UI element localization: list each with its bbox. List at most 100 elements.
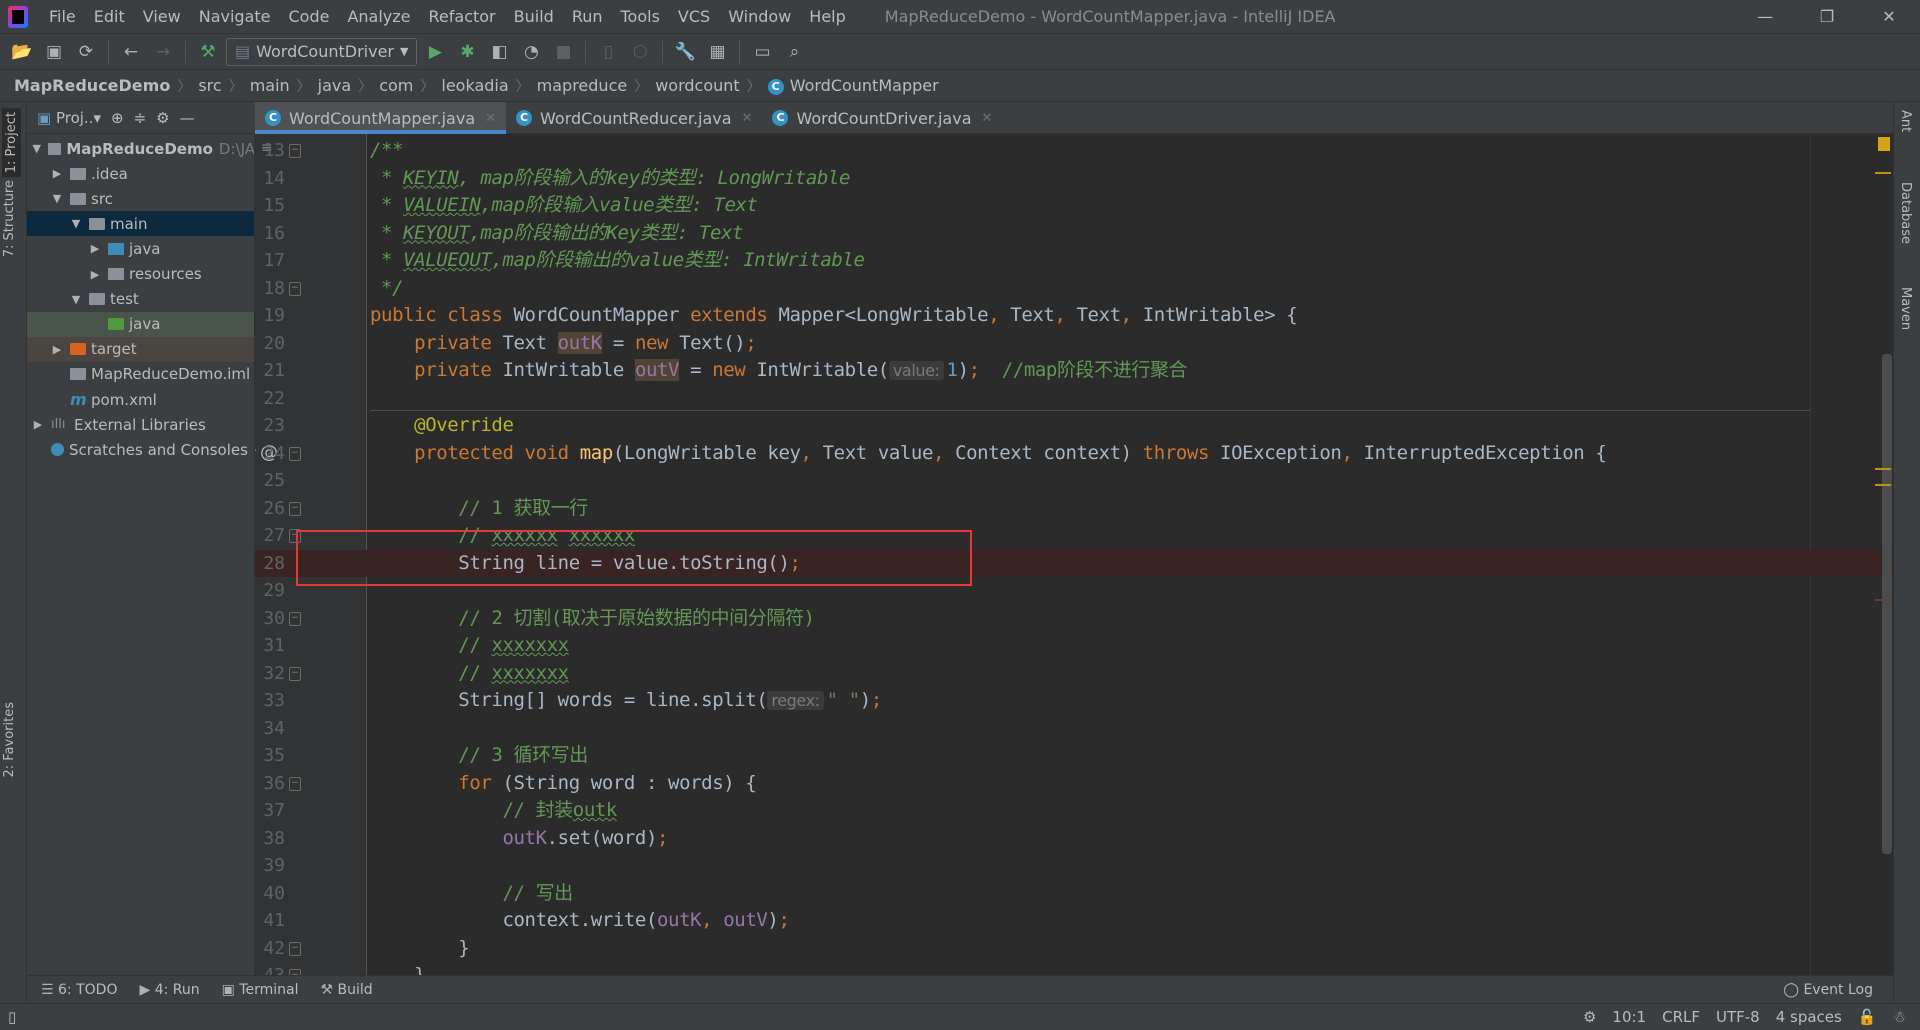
tree-item-pom-xml[interactable]: m pom.xml: [27, 387, 254, 412]
collapse-all-icon[interactable]: ≑: [134, 109, 147, 127]
scroll-marker[interactable]: [1875, 484, 1891, 486]
menu-run[interactable]: Run: [563, 7, 612, 26]
code-line[interactable]: 37 // 封装outk: [255, 797, 1893, 825]
menu-code[interactable]: Code: [280, 7, 339, 26]
restore-button[interactable]: ❐: [1796, 7, 1858, 26]
ant-tool-tab[interactable]: Ant: [1898, 110, 1913, 132]
run-configuration-select[interactable]: ▤ WordCountDriver ▼: [226, 37, 418, 66]
project-structure-icon[interactable]: ▦: [703, 38, 731, 66]
menu-window[interactable]: Window: [719, 7, 800, 26]
scroll-marker[interactable]: [1875, 172, 1891, 174]
tree-item-java[interactable]: java: [27, 311, 254, 337]
caret-position[interactable]: 10:1: [1612, 1008, 1646, 1026]
code-line[interactable]: 14 * KEYIN, map阶段输入的key的类型: LongWritable: [255, 165, 1893, 193]
tree-item-resources[interactable]: ▶ resources: [27, 262, 254, 287]
breakpoint-scroll-marker[interactable]: [1875, 599, 1891, 601]
tree-item-external-libraries[interactable]: ▶ ıllı External Libraries: [27, 412, 254, 437]
code-line[interactable]: 31 // xxxxxxx: [255, 632, 1893, 660]
sdk-icon[interactable]: ⬡: [626, 38, 654, 66]
code-line[interactable]: 23 @Override: [255, 412, 1893, 440]
code-line[interactable]: 43 }: [255, 962, 1893, 975]
code-line[interactable]: 24 protected void map(LongWritable key, …: [255, 440, 1893, 468]
tool-window-build[interactable]: ⚒ Build: [320, 982, 372, 998]
breadcrumb-item[interactable]: src: [198, 76, 221, 95]
close-tab-icon[interactable]: ✕: [485, 111, 496, 126]
expand-arrow-down-icon[interactable]: ▼: [69, 293, 83, 306]
breadcrumb-item[interactable]: mapreduce: [537, 76, 628, 95]
code-line[interactable]: 32 // xxxxxxx: [255, 660, 1893, 688]
search-icon[interactable]: ⌕: [780, 38, 808, 66]
code-line[interactable]: 40 // 写出: [255, 880, 1893, 908]
vertical-scrollbar[interactable]: [1882, 354, 1892, 854]
tree-item-src[interactable]: ▼ src: [27, 186, 254, 211]
tab-wordcountdriver[interactable]: C WordCountDriver.java ✕: [762, 102, 1002, 134]
expand-arrow-down-icon[interactable]: ▼: [69, 217, 83, 230]
structure-tool-tab[interactable]: 7: Structure: [2, 180, 17, 257]
attach-device-icon[interactable]: ▯: [594, 38, 622, 66]
tree-item-mapreducedemo-iml[interactable]: MapReduceDemo.iml: [27, 362, 254, 387]
code-line[interactable]: 21 private IntWritable outV = new IntWri…: [255, 357, 1893, 385]
expand-arrow-down-icon[interactable]: ▼: [50, 192, 64, 205]
tree-item--idea[interactable]: ▶ .idea: [27, 161, 254, 186]
menu-refactor[interactable]: Refactor: [420, 7, 505, 26]
scroll-marker[interactable]: [1875, 468, 1891, 470]
lock-icon[interactable]: 🔓: [1858, 1008, 1877, 1026]
code-line[interactable]: 35 // 3 循环写出: [255, 742, 1893, 770]
tree-item-target[interactable]: ▶ target: [27, 336, 254, 362]
breadcrumb-item[interactable]: wordcount: [655, 76, 739, 95]
code-line[interactable]: 17 * VALUEOUT,map阶段输出的value类型: IntWritab…: [255, 247, 1893, 275]
code-line[interactable]: 26 // 1 获取一行: [255, 495, 1893, 523]
settings-wrench-icon[interactable]: 🔧: [671, 38, 699, 66]
terminal-window-icon[interactable]: ▭: [748, 38, 776, 66]
profile-icon[interactable]: ◔: [517, 38, 545, 66]
save-icon[interactable]: ▣: [40, 38, 68, 66]
code-line[interactable]: 19 public class WordCountMapper extends M…: [255, 302, 1893, 330]
expand-arrow-right-icon[interactable]: ▶: [88, 242, 102, 255]
favorites-tool-tab[interactable]: 2: Favorites: [2, 702, 17, 778]
code-line[interactable]: 22: [255, 385, 1893, 413]
code-line[interactable]: 34: [255, 715, 1893, 743]
forward-icon[interactable]: →: [149, 38, 177, 66]
expand-arrow-down-icon[interactable]: ▼: [31, 142, 42, 155]
build-hammer-icon[interactable]: ⚒: [194, 38, 222, 66]
code-line[interactable]: 33 String[] words = line.split(regex: " "…: [255, 687, 1893, 715]
back-icon[interactable]: ←: [117, 38, 145, 66]
tree-item-main[interactable]: ▼ main: [27, 211, 254, 237]
close-button[interactable]: ✕: [1858, 7, 1920, 26]
stop-icon[interactable]: ■: [549, 38, 577, 66]
coverage-icon[interactable]: ◧: [485, 38, 513, 66]
locate-icon[interactable]: ⊕: [111, 109, 124, 127]
breadcrumb-item[interactable]: main: [250, 76, 290, 95]
menu-file[interactable]: File: [40, 7, 85, 26]
file-encoding[interactable]: UTF-8: [1716, 1008, 1760, 1026]
code-line[interactable]: 42 }: [255, 935, 1893, 963]
code-line[interactable]: 41 context.write(outK, outV);: [255, 907, 1893, 935]
project-tool-tab[interactable]: 1: Project: [2, 108, 21, 178]
code-line[interactable]: 30 // 2 切割(取决于原始数据的中间分隔符): [255, 605, 1893, 633]
expand-arrow-right-icon[interactable]: ▶: [50, 167, 64, 180]
tool-window-todo[interactable]: ☰ 6: TODO: [41, 982, 117, 998]
tree-item-scratches-and-consoles[interactable]: Scratches and Consoles: [27, 437, 254, 462]
tab-wordcountmapper[interactable]: C WordCountMapper.java ✕: [255, 102, 507, 134]
close-tab-icon[interactable]: ✕: [982, 111, 993, 126]
maven-tool-tab[interactable]: Maven: [1898, 287, 1913, 330]
tool-window-run[interactable]: ▶ 4: Run: [139, 982, 199, 998]
breadcrumb-item[interactable]: java: [318, 76, 352, 95]
code-line[interactable]: 20 private Text outK = new Text();: [255, 330, 1893, 358]
expand-arrow-right-icon[interactable]: ▶: [31, 418, 45, 431]
tab-wordcountreducer[interactable]: C WordCountReducer.java ✕: [506, 102, 762, 134]
hide-panel-icon[interactable]: —: [180, 109, 195, 127]
code-line[interactable]: 38 outK.set(word);: [255, 825, 1893, 853]
code-line[interactable]: 36 for (String word : words) {: [255, 770, 1893, 798]
line-separator[interactable]: CRLF: [1662, 1008, 1700, 1026]
tool-window-terminal[interactable]: ▣ Terminal: [222, 982, 299, 998]
menu-help[interactable]: Help: [800, 7, 854, 26]
run-icon[interactable]: ▶: [421, 38, 449, 66]
menu-tools[interactable]: Tools: [612, 7, 669, 26]
code-line[interactable]: 16 * KEYOUT,map阶段输出的Key类型: Text: [255, 220, 1893, 248]
event-log-button[interactable]: ◯ Event Log: [1783, 982, 1873, 998]
gear-icon[interactable]: ⚙: [156, 109, 169, 127]
breadcrumb-item[interactable]: C WordCountMapper: [767, 76, 939, 95]
debug-bug-icon[interactable]: ✱: [453, 38, 481, 66]
menu-edit[interactable]: Edit: [85, 7, 134, 26]
